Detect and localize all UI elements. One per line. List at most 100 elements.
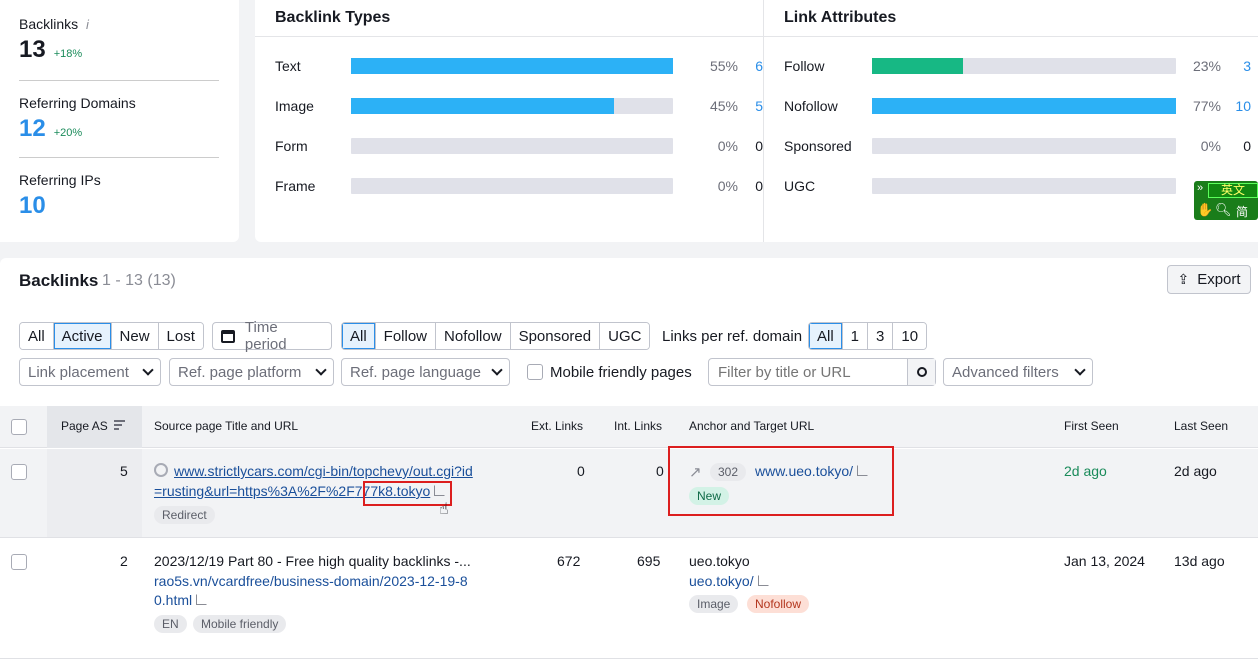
simplified-label[interactable]: 简	[1236, 203, 1248, 220]
first-seen-header[interactable]: First Seen	[1064, 419, 1119, 433]
page-as-value: 2	[120, 553, 128, 569]
translate-lang[interactable]: 英文	[1208, 183, 1258, 198]
target-url-text[interactable]: ueo.tokyo/	[689, 573, 754, 589]
links-per-3[interactable]: 3	[868, 323, 894, 349]
ref-ips-value[interactable]: 10	[19, 192, 46, 220]
search-input[interactable]	[709, 363, 899, 381]
source-url-line2[interactable]: 0.html	[154, 592, 208, 608]
time-period-button[interactable]: Time period	[212, 319, 332, 353]
target-url[interactable]: ueo.tokyo/	[689, 573, 769, 589]
link-attribute-bar	[872, 138, 1176, 154]
sort-icon	[114, 420, 125, 430]
page-as-value: 5	[120, 463, 128, 479]
backlink-type-row: Form 0% 0	[275, 136, 763, 156]
link-attribute-bar-fill	[872, 98, 1176, 114]
advanced-filters-dropdown[interactable]: Advanced filters	[943, 358, 1093, 386]
last-seen-header[interactable]: Last Seen	[1174, 419, 1228, 433]
link-placement-label: Link placement	[28, 363, 129, 381]
search-icon	[916, 367, 927, 377]
backlink-type-row: Text 55% 6	[275, 56, 763, 76]
backlink-type-count[interactable]: 5	[739, 98, 763, 114]
ref-page-language-dropdown[interactable]: Ref. page language	[341, 358, 510, 386]
export-button[interactable]: ⇪ Export	[1167, 265, 1251, 294]
source-url-line1[interactable]: rao5s.vn/vcardfree/business-domain/2023-…	[154, 573, 468, 589]
backlink-type-bar	[351, 178, 673, 194]
int-links-value: 0	[656, 463, 664, 479]
link-attribute-count[interactable]: 10	[1227, 98, 1251, 114]
mobile-friendly-tag: Mobile friendly	[193, 615, 287, 633]
link-attribute-count[interactable]: 3	[1227, 58, 1251, 74]
link-attribute-name: Follow	[784, 58, 825, 74]
source-url-line1[interactable]: www.strictlycars.com/cgi-bin/topchevy/ou…	[174, 463, 473, 479]
page-as-header[interactable]: Page AS	[47, 406, 142, 448]
collapse-icon[interactable]: »	[1197, 182, 1203, 194]
link-attribute-name: Nofollow	[784, 98, 838, 114]
ref-page-platform-label: Ref. page platform	[178, 363, 302, 381]
ext-links-header[interactable]: Ext. Links	[531, 419, 583, 433]
ref-ips-metric: Referring IPs 10	[19, 172, 219, 220]
select-all-checkbox[interactable]	[11, 419, 27, 435]
source-url-part[interactable]: 0.html	[154, 592, 192, 608]
chevron-down-icon	[315, 364, 327, 376]
type-all[interactable]: All	[342, 323, 376, 349]
source-page-title[interactable]: 2023/12/19 Part 80 - Free high quality b…	[154, 553, 471, 569]
info-icon[interactable]: i	[86, 17, 89, 32]
type-nofollow[interactable]: Nofollow	[436, 323, 511, 349]
external-link-icon[interactable]	[757, 575, 769, 586]
row-checkbox[interactable]	[11, 464, 27, 480]
first-seen-value: Jan 13, 2024	[1064, 553, 1145, 569]
source-page-header[interactable]: Source page Title and URL	[154, 419, 298, 433]
mobile-friendly-checkbox[interactable]	[527, 364, 543, 380]
mobile-friendly-label[interactable]: Mobile friendly pages	[550, 364, 692, 381]
backlinks-value[interactable]: 13	[19, 36, 46, 64]
language-tag: EN	[154, 615, 187, 633]
links-per-1[interactable]: 1	[842, 323, 869, 349]
ref-domains-value[interactable]: 12	[19, 115, 46, 143]
external-link-icon[interactable]	[196, 594, 208, 605]
divider	[19, 80, 219, 81]
int-links-header[interactable]: Int. Links	[614, 419, 662, 433]
backlink-type-bar-fill	[351, 98, 615, 114]
search-icon[interactable]: 🔍︎	[1215, 202, 1232, 218]
status-lost[interactable]: Lost	[158, 323, 203, 349]
source-url-part[interactable]: =rusting&url=https%3A%2F%2F	[154, 483, 355, 499]
type-sponsored[interactable]: Sponsored	[510, 323, 601, 349]
link-attribute-row: UGC	[784, 176, 1254, 196]
anchor-text: ueo.tokyo	[689, 553, 750, 569]
status-all[interactable]: All	[20, 323, 54, 349]
links-per-all[interactable]: All	[809, 323, 843, 349]
translate-widget[interactable]: » 英文 ✋ 🔍︎ 简	[1194, 181, 1258, 220]
link-attributes-title: Link Attributes	[784, 9, 897, 26]
pointer-cursor-icon: ☝	[439, 501, 449, 518]
link-attribute-row: Follow 23% 3	[784, 56, 1254, 76]
int-links-value: 695	[637, 553, 661, 569]
backlink-type-name: Frame	[275, 178, 316, 194]
status-new[interactable]: New	[111, 323, 159, 349]
advanced-filters-label: Advanced filters	[952, 363, 1059, 381]
search-button[interactable]	[907, 359, 935, 385]
ext-links-value: 0	[577, 463, 585, 479]
table-row: 2 2023/12/19 Part 80 - Free high quality…	[0, 539, 1258, 659]
type-follow[interactable]: Follow	[375, 323, 437, 349]
links-per-10[interactable]: 10	[893, 323, 927, 349]
status-active[interactable]: Active	[53, 323, 112, 349]
broken-link-icon	[154, 463, 168, 477]
link-attribute-percent: 23%	[1192, 58, 1221, 74]
backlinks-label: Backlinks	[19, 16, 79, 32]
ref-page-platform-dropdown[interactable]: Ref. page platform	[169, 358, 334, 386]
link-type-filter: All Follow Nofollow Sponsored UGC	[341, 322, 651, 350]
ext-links-value: 672	[557, 553, 581, 569]
backlink-type-bar-fill	[351, 58, 673, 74]
row-checkbox[interactable]	[11, 554, 27, 570]
backlink-type-count[interactable]: 6	[739, 58, 763, 74]
link-placement-dropdown[interactable]: Link placement	[19, 358, 161, 386]
hand-icon[interactable]: ✋	[1197, 202, 1213, 218]
export-icon: ⇪	[1177, 271, 1190, 287]
backlink-type-name: Text	[275, 58, 301, 74]
ref-ips-label: Referring IPs	[19, 172, 101, 188]
link-attribute-name: Sponsored	[784, 138, 852, 154]
time-period-label: Time period	[244, 319, 287, 353]
type-ugc[interactable]: UGC	[600, 323, 650, 349]
anchor-target-header[interactable]: Anchor and Target URL	[689, 419, 814, 433]
image-tag: Image	[689, 595, 739, 613]
